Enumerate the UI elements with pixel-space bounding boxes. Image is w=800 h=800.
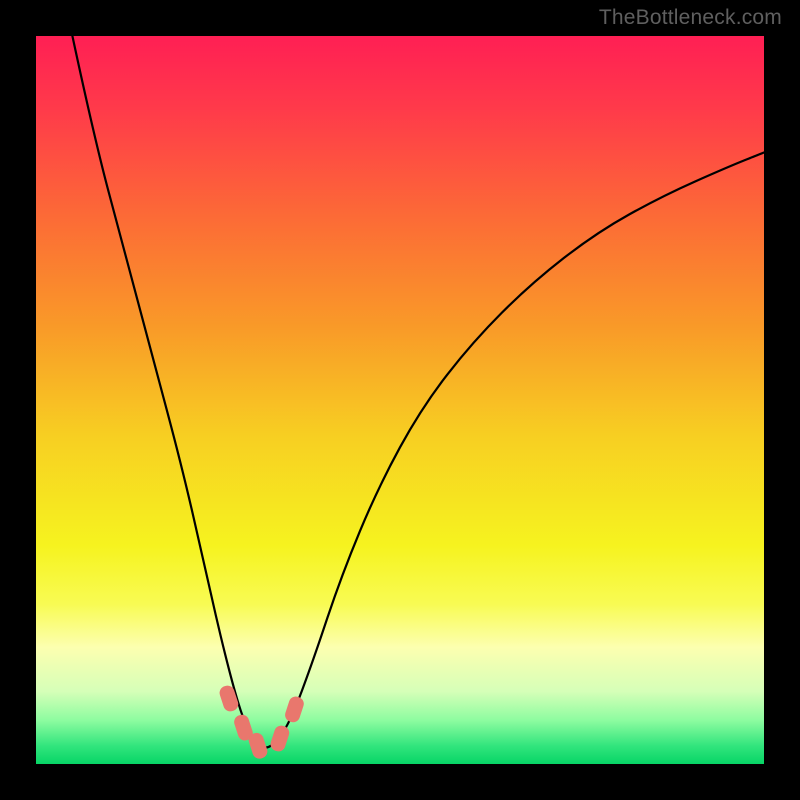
watermark-text: TheBottleneck.com bbox=[599, 6, 782, 30]
gradient-background bbox=[36, 36, 764, 764]
plot-area bbox=[36, 36, 764, 764]
plot-svg bbox=[36, 36, 764, 764]
chart-container: TheBottleneck.com bbox=[0, 0, 800, 800]
